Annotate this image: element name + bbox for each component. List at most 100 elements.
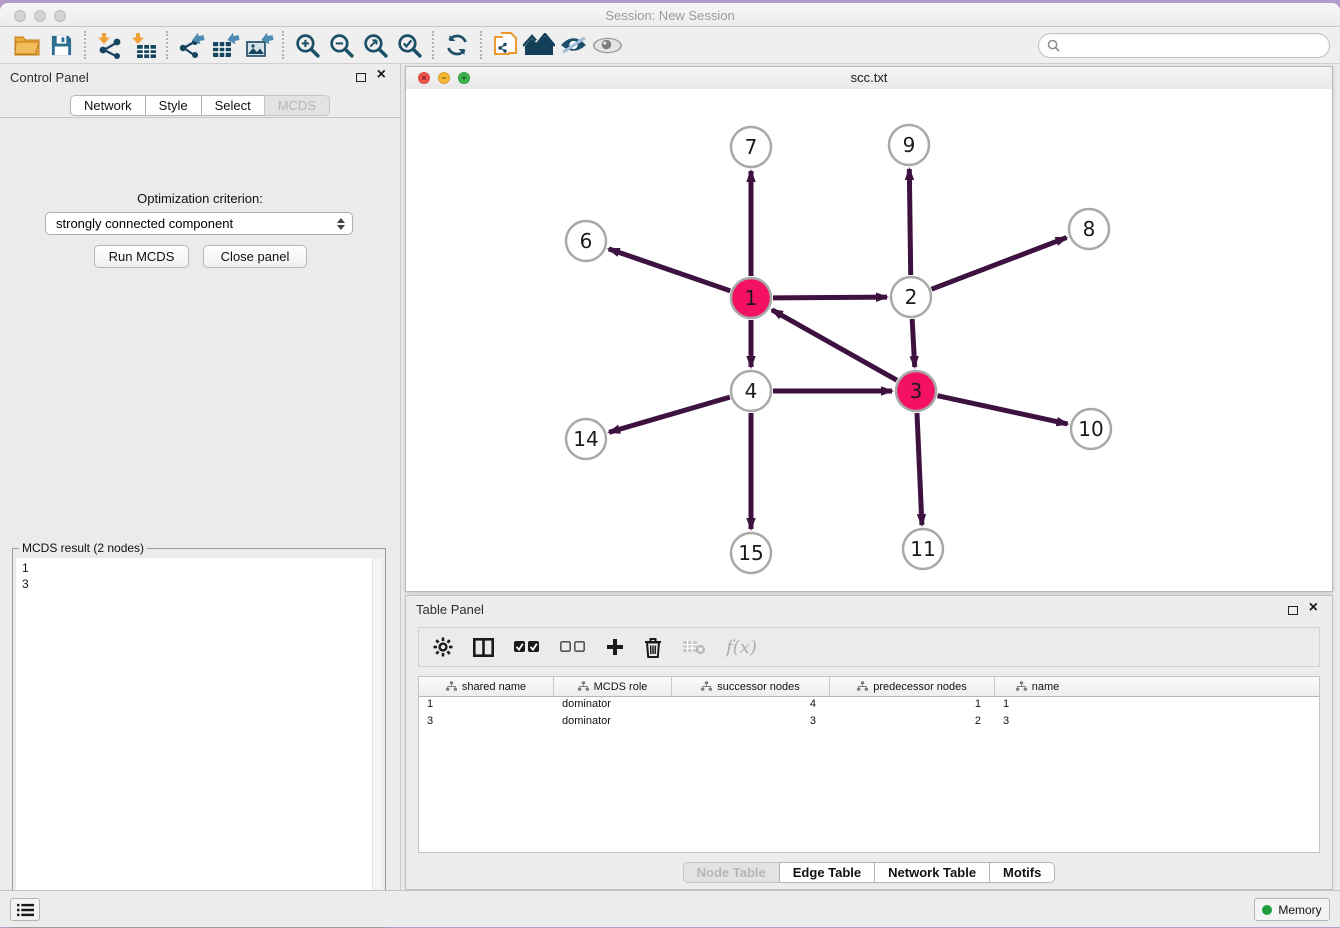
unselect-all-columns-button[interactable] [560, 641, 586, 653]
graph-node-3[interactable]: 3 [896, 371, 936, 411]
criterion-select[interactable]: strongly connected component [45, 212, 353, 235]
edge-2-8[interactable] [932, 238, 1067, 290]
table-settings-button[interactable] [433, 637, 453, 657]
table-cell: 1 [830, 697, 995, 714]
delete-table-button[interactable] [682, 639, 706, 655]
tab-node-table[interactable]: Node Table [683, 862, 780, 883]
search-box [1038, 33, 1330, 58]
edge-1-2[interactable] [773, 297, 887, 298]
clone-network-button[interactable] [488, 30, 522, 60]
home-layout-button[interactable] [522, 30, 556, 60]
float-panel-icon[interactable] [356, 73, 366, 82]
optimization-label: Optimization criterion: [0, 191, 400, 206]
export-image-button[interactable] [242, 30, 276, 60]
column-header-shared-name[interactable]: shared name [419, 677, 554, 696]
table-toolbar: f(x) [418, 627, 1320, 667]
tab-edge-table[interactable]: Edge Table [779, 862, 875, 883]
tab-mcds[interactable]: MCDS [264, 95, 330, 116]
result-scrollbar[interactable] [372, 558, 382, 924]
edge-3-1[interactable] [772, 310, 897, 380]
tab-motifs[interactable]: Motifs [989, 862, 1055, 883]
memory-button[interactable]: Memory [1254, 898, 1330, 921]
graph-node-11[interactable]: 11 [903, 529, 943, 569]
panel-list-button[interactable] [10, 898, 40, 921]
hide-selected-button[interactable] [556, 30, 590, 60]
open-folder-icon [14, 34, 40, 56]
split-view-button[interactable] [473, 638, 494, 657]
zoom-selected-button[interactable] [392, 30, 426, 60]
add-column-button[interactable] [606, 638, 624, 656]
save-session-button[interactable] [44, 30, 78, 60]
graph-node-2[interactable]: 2 [891, 277, 931, 317]
graph-node-6[interactable]: 6 [566, 221, 606, 261]
toolbar-separator [282, 31, 284, 59]
toolbar-separator [480, 31, 482, 59]
tab-network[interactable]: Network [70, 95, 146, 116]
close-panel-button[interactable]: Close panel [203, 245, 307, 268]
tab-network-table[interactable]: Network Table [874, 862, 990, 883]
zoom-out-button[interactable] [324, 30, 358, 60]
mcds-result-list[interactable]: 13 [16, 558, 382, 924]
graph-node-9[interactable]: 9 [889, 125, 929, 165]
column-header-MCDS-role[interactable]: MCDS role [554, 677, 672, 696]
table-row[interactable]: 3dominator323 [419, 714, 1319, 731]
network-window-titlebar: × − + scc.txt [406, 67, 1332, 90]
graph-node-1[interactable]: 1 [731, 278, 771, 318]
svg-text:4: 4 [745, 379, 758, 403]
criterion-value: strongly connected component [56, 216, 233, 231]
refresh-view-button[interactable] [440, 30, 474, 60]
column-header-successor-nodes[interactable]: successor nodes [672, 677, 830, 696]
close-table-panel-icon[interactable]: × [1309, 600, 1318, 616]
table-row[interactable]: 1dominator411 [419, 697, 1319, 714]
svg-text:1: 1 [745, 286, 758, 310]
list-icon [17, 903, 34, 917]
float-table-panel-icon[interactable] [1288, 606, 1298, 615]
edge-4-14[interactable] [609, 397, 730, 432]
edge-2-3[interactable] [912, 319, 915, 367]
trash-icon [644, 637, 662, 658]
table-cell: 3 [672, 714, 830, 731]
graph-node-15[interactable]: 15 [731, 533, 771, 573]
tab-style[interactable]: Style [145, 95, 202, 116]
network-view-window: × − + scc.txt 7 9 6 8 1 2 4 3 14 10 15 11 [405, 66, 1333, 592]
export-network-icon [177, 32, 205, 59]
select-stepper-icon [337, 218, 345, 230]
graph-canvas[interactable]: 7 9 6 8 1 2 4 3 14 10 15 11 [406, 89, 1332, 591]
plus-icon [606, 638, 624, 656]
delete-columns-button[interactable] [644, 637, 662, 658]
graph-node-4[interactable]: 4 [731, 371, 771, 411]
refresh-icon [444, 32, 470, 58]
function-builder-button[interactable]: f(x) [726, 637, 757, 658]
export-network-button[interactable] [174, 30, 208, 60]
zoom-in-button[interactable] [290, 30, 324, 60]
tab-select[interactable]: Select [201, 95, 265, 116]
import-table-button[interactable] [126, 30, 160, 60]
zoom-fit-button[interactable] [358, 30, 392, 60]
column-header-predecessor-nodes[interactable]: predecessor nodes [830, 677, 995, 696]
export-image-icon [245, 32, 274, 59]
graph-node-8[interactable]: 8 [1069, 209, 1109, 249]
svg-text:6: 6 [580, 229, 593, 253]
show-all-button[interactable] [590, 30, 624, 60]
select-all-columns-button[interactable] [514, 641, 540, 653]
open-file-button[interactable] [10, 30, 44, 60]
svg-text:15: 15 [738, 541, 763, 565]
column-header-name[interactable]: name [995, 677, 1080, 696]
edge-3-11[interactable] [917, 413, 922, 525]
close-panel-icon[interactable]: × [377, 67, 386, 83]
import-table-icon [130, 32, 157, 59]
graph-node-7[interactable]: 7 [731, 127, 771, 167]
table-tabs: Node TableEdge TableNetwork TableMotifs [406, 862, 1332, 883]
svg-text:10: 10 [1078, 417, 1103, 441]
svg-text:2: 2 [905, 285, 918, 309]
window-title: Session: New Session [0, 8, 1340, 23]
run-mcds-button[interactable]: Run MCDS [94, 245, 189, 268]
export-table-button[interactable] [208, 30, 242, 60]
edge-2-9[interactable] [909, 169, 910, 275]
edge-3-10[interactable] [937, 396, 1067, 424]
import-network-button[interactable] [92, 30, 126, 60]
graph-node-10[interactable]: 10 [1071, 409, 1111, 449]
graph-node-14[interactable]: 14 [566, 419, 606, 459]
edge-1-6[interactable] [609, 249, 731, 291]
search-input[interactable] [1065, 37, 1321, 54]
